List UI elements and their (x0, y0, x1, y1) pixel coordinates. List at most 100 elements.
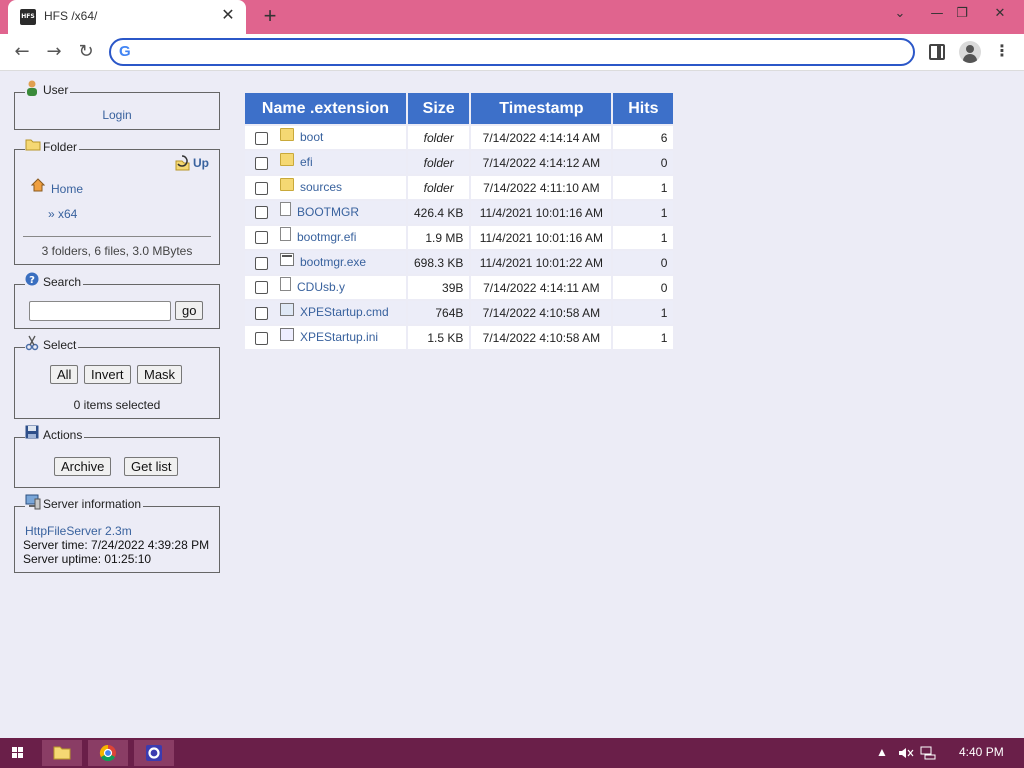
select-all-button[interactable]: All (50, 365, 79, 384)
row-checkbox[interactable] (255, 231, 268, 245)
tab-title: HFS /x64/ (44, 9, 98, 23)
forward-button[interactable]: → (42, 40, 66, 64)
taskbar-clock[interactable]: 4:40 PM (959, 745, 1004, 759)
home-link[interactable]: Home (30, 178, 83, 196)
get-list-button[interactable]: Get list (124, 457, 179, 476)
start-button[interactable] (0, 740, 36, 766)
exe-icon (280, 252, 294, 266)
size-cell: 426.4 KB (405, 199, 472, 226)
table-row[interactable]: boot folder 7/14/2022 4:14:14 AM 6 (243, 124, 676, 151)
hfs-favicon-icon: HFS (20, 9, 36, 25)
file-name-link[interactable]: CDUsb.y (297, 280, 345, 294)
hits-cell: 1 (611, 324, 676, 351)
row-checkbox[interactable] (255, 181, 268, 195)
file-name-link[interactable]: boot (300, 130, 323, 144)
server-info-panel: Server information HttpFileServer 2.3m S… (14, 494, 220, 573)
search-panel: ? Search go (14, 272, 220, 329)
new-tab-button[interactable]: + (258, 4, 282, 28)
row-checkbox[interactable] (255, 306, 268, 320)
file-explorer-taskbar-button[interactable] (42, 740, 82, 766)
table-row[interactable]: XPEStartup.ini 1.5 KB 7/14/2022 4:10:58 AM… (243, 324, 676, 351)
address-bar[interactable]: G (109, 38, 915, 66)
table-row[interactable]: CDUsb.y 39B 7/14/2022 4:14:11 AM 0 (243, 274, 676, 301)
hits-column-header[interactable]: Hits (611, 91, 676, 126)
hits-cell: 1 (611, 299, 676, 326)
folder-panel: Folder Up Home » x64 3 folders, 6 files,… (14, 139, 220, 265)
selection-status: 0 items selected (73, 398, 161, 412)
invert-selection-button[interactable]: Invert (84, 365, 131, 384)
folder-icon (280, 152, 294, 166)
timestamp-cell: 7/14/2022 4:14:11 AM (469, 274, 614, 301)
login-link[interactable]: Login (102, 108, 131, 122)
network-icon[interactable] (920, 746, 936, 763)
timestamp-cell: 7/14/2022 4:10:58 AM (469, 299, 614, 326)
minimize-button[interactable]: — (925, 4, 949, 24)
search-input[interactable] (29, 301, 171, 321)
close-window-button[interactable]: ✕ (988, 4, 1012, 24)
reload-button[interactable]: ↻ (74, 40, 98, 64)
file-name-link[interactable]: XPEStartup.ini (300, 330, 378, 344)
side-panel-icon[interactable] (929, 44, 945, 60)
row-checkbox[interactable] (255, 331, 268, 345)
scissors-icon (25, 335, 39, 351)
search-legend: ? Search (25, 272, 84, 289)
profile-avatar-icon[interactable] (959, 41, 981, 63)
file-list-table: Name .extension Size Timestamp Hits boot… (243, 91, 676, 351)
size-cell: 39B (405, 274, 472, 301)
row-checkbox[interactable] (255, 256, 268, 270)
speaker-muted-icon[interactable] (898, 746, 914, 763)
svg-text:?: ? (29, 275, 35, 286)
timestamp-cell: 11/4/2021 10:01:22 AM (469, 249, 614, 276)
up-link[interactable]: Up (174, 155, 209, 171)
hfs-version-link[interactable]: HttpFileServer 2.3m (25, 524, 132, 538)
browser-menu-icon[interactable]: ⋮ (994, 40, 1010, 64)
file-name-link[interactable]: XPEStartup.cmd (300, 305, 389, 319)
file-name-link[interactable]: efi (300, 155, 313, 169)
file-name-link[interactable]: bootmgr.exe (300, 255, 366, 269)
table-row[interactable]: XPEStartup.cmd 764B 7/14/2022 4:10:58 AM 1 (243, 299, 676, 326)
folder-legend-label: Folder (43, 140, 78, 154)
search-go-button[interactable]: go (175, 301, 204, 320)
tab-close-icon[interactable]: ✕ (218, 6, 238, 26)
name-cell: XPEStartup.cmd (243, 299, 408, 326)
timestamp-column-header[interactable]: Timestamp (469, 91, 614, 126)
name-column-header[interactable]: Name .extension (243, 91, 408, 126)
row-checkbox[interactable] (255, 206, 268, 220)
settings-taskbar-button[interactable] (134, 740, 174, 766)
tab-search-chevron-icon[interactable]: ⌄ (888, 4, 912, 24)
table-row[interactable]: BOOTMGR 426.4 KB 11/4/2021 10:01:16 AM 1 (243, 199, 676, 226)
chrome-icon (99, 744, 116, 762)
row-checkbox[interactable] (255, 156, 268, 170)
back-button[interactable]: ← (10, 40, 34, 64)
table-row[interactable]: sources folder 7/14/2022 4:11:10 AM 1 (243, 174, 676, 201)
windows-logo-icon (12, 747, 23, 758)
table-row[interactable]: bootmgr.efi 1.9 MB 11/4/2021 10:01:16 AM 1 (243, 224, 676, 251)
table-row[interactable]: bootmgr.exe 698.3 KB 11/4/2021 10:01:22 AM… (243, 249, 676, 276)
row-checkbox[interactable] (255, 281, 268, 295)
size-cell: 1.5 KB (405, 324, 472, 351)
name-cell: BOOTMGR (243, 199, 408, 226)
browser-tab[interactable]: HFS HFS /x64/ ✕ (8, 0, 246, 34)
server-computer-icon (25, 494, 41, 510)
row-checkbox[interactable] (255, 131, 268, 145)
open-folder-icon (25, 137, 41, 151)
folder-legend: Folder (25, 137, 80, 154)
mask-button[interactable]: Mask (137, 365, 183, 384)
hits-cell: 1 (611, 174, 676, 201)
current-folder-link[interactable]: » x64 (48, 207, 77, 221)
file-icon (280, 226, 291, 241)
file-name-link[interactable]: BOOTMGR (297, 205, 359, 219)
size-column-header[interactable]: Size (405, 91, 472, 126)
hits-cell: 1 (611, 199, 676, 226)
file-name-link[interactable]: sources (300, 180, 342, 194)
restore-button[interactable]: ❐ (950, 4, 974, 24)
table-row[interactable]: efi folder 7/14/2022 4:14:12 AM 0 (243, 149, 676, 176)
show-hidden-icons-button[interactable]: ▲ (876, 745, 888, 759)
address-input[interactable] (141, 43, 901, 61)
size-cell: 698.3 KB (405, 249, 472, 276)
chrome-taskbar-button[interactable] (88, 740, 128, 766)
file-name-link[interactable]: bootmgr.efi (297, 230, 356, 244)
server-time: Server time: 7/24/2022 4:39:28 PM (23, 538, 210, 552)
archive-button[interactable]: Archive (54, 457, 112, 476)
google-icon: G (119, 43, 131, 60)
